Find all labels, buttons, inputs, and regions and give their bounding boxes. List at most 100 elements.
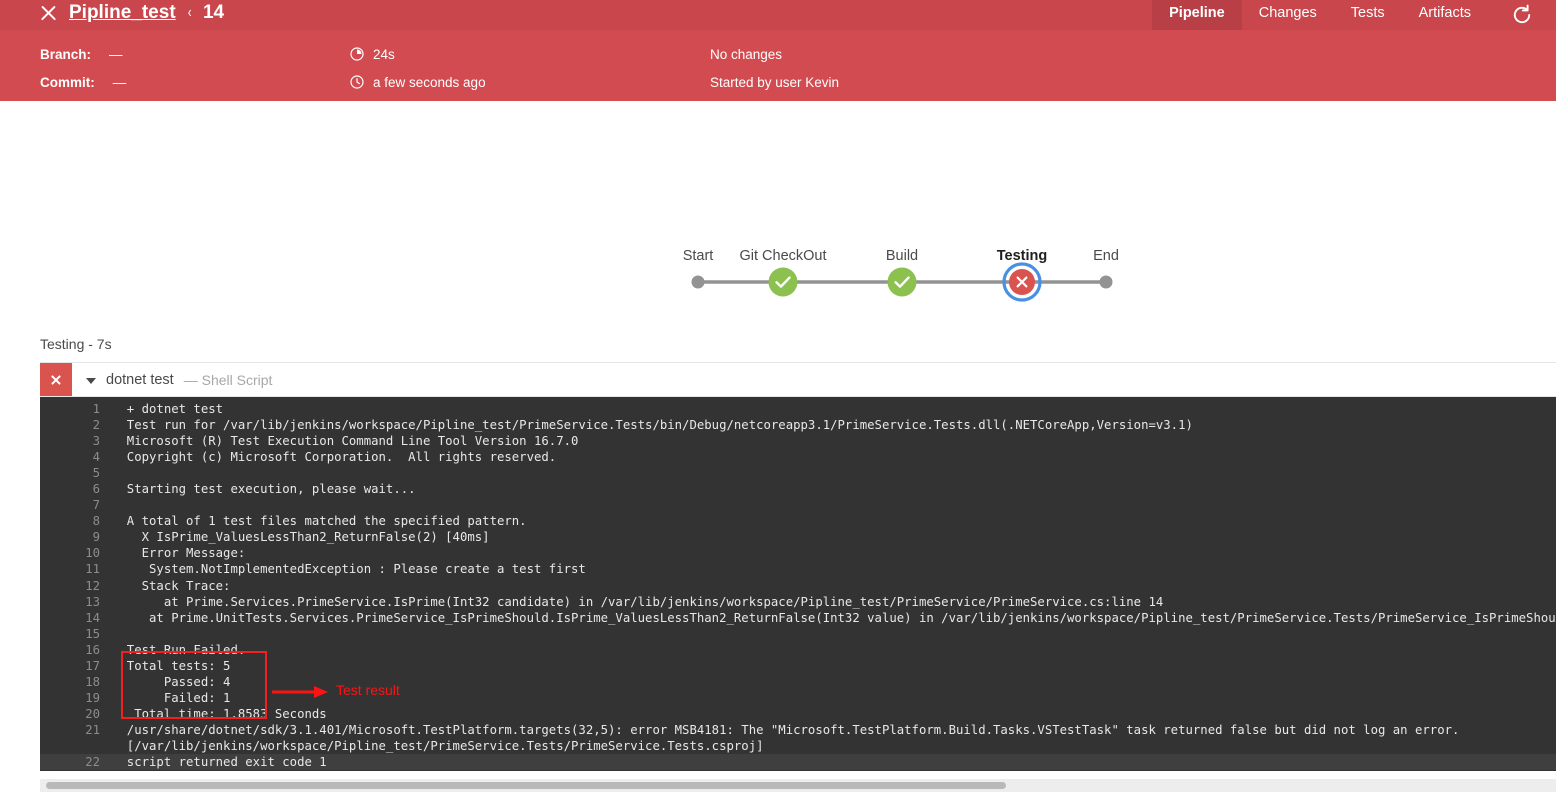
tab-changes[interactable]: Changes (1242, 0, 1334, 30)
run-number: 14 (202, 2, 225, 23)
console-log-line: 20 Total time: 1.8583 Seconds (40, 706, 1556, 722)
console-line-number: 5 (92, 466, 100, 481)
console-log-line: 10 Error Message: (40, 545, 1556, 561)
console-log-line: 16 Test Run Failed. (40, 642, 1556, 658)
console-line-number: 19 (85, 690, 100, 705)
step-title-wrap[interactable]: dotnet test — Shell Script (72, 363, 272, 396)
console-log-line: 7 (40, 497, 1556, 513)
stage-node-testing[interactable] (1002, 262, 1042, 302)
history-clock-icon (350, 75, 364, 89)
console-line-text: Passed: 4 (112, 674, 231, 689)
branch-label: Branch: (40, 46, 92, 62)
stage-label-build[interactable]: Build (886, 248, 918, 264)
console-line-number: 22 (85, 755, 100, 770)
pipeline-name-link[interactable]: Pipline_test (69, 2, 176, 24)
console-log-line: 8 A total of 1 test files matched the sp… (40, 513, 1556, 529)
console-log-line: 14 at Prime.UnitTests.Services.PrimeServ… (40, 610, 1556, 626)
console-line-number: 11 (85, 562, 100, 577)
rerun-button[interactable] (1502, 0, 1542, 30)
stage-label-start[interactable]: Start (683, 248, 714, 264)
console-line-text: Total tests: 5 (112, 658, 231, 673)
console-line-text: script returned exit code 1 (112, 755, 327, 770)
commit-value: — (112, 74, 127, 90)
console-line-number: 2 (92, 418, 100, 433)
console-line-text: Stack Trace: (112, 578, 231, 593)
console-line-text: X IsPrime_ValuesLessThan2_ReturnFalse(2)… (112, 530, 490, 545)
console-line-number: 8 (92, 514, 100, 529)
console-line-number: 6 (92, 482, 100, 497)
meta-branch: Branch: — (0, 47, 350, 62)
run-tabs: Pipeline Changes Tests Artifacts (1152, 0, 1488, 30)
console-line-text: System.NotImplementedException : Please … (112, 562, 586, 577)
console-line-number: 9 (92, 530, 100, 545)
stage-node-end[interactable] (1099, 275, 1113, 289)
meta-row-1: Branch: — 24s No changes (0, 40, 1556, 68)
pipeline-graph: Start Git CheckOut Build Testing End (0, 101, 1556, 336)
console-line-number: 14 (85, 610, 100, 625)
console-line-number (40, 738, 112, 754)
console-log-line: 15 (40, 626, 1556, 642)
rerun-circular-arrow-icon (1513, 4, 1531, 24)
meta-row-2: Commit: — a few seconds ago Started by u… (0, 68, 1556, 96)
stage-label-git-checkout[interactable]: Git CheckOut (739, 248, 826, 264)
console-line-text: Failed: 1 (112, 690, 231, 705)
run-header: Pipline_test ‹ 14 Pipeline Changes Tests… (0, 0, 1556, 101)
meta-started-by: Started by user Kevin (710, 75, 1556, 90)
console-log-line: 21 /usr/share/dotnet/sdk/3.1.401/Microso… (40, 722, 1556, 738)
tab-pipeline[interactable]: Pipeline (1152, 0, 1242, 30)
console-line-text: Starting test execution, please wait... (112, 482, 416, 497)
run-header-topbar: Pipline_test ‹ 14 Pipeline Changes Tests… (0, 0, 1556, 30)
meta-time-ago: a few seconds ago (350, 75, 710, 90)
step-status-failure[interactable] (40, 363, 72, 396)
run-meta: Branch: — 24s No changes Commit: — a few… (0, 30, 1556, 101)
console-line-text: Microsoft (R) Test Execution Command Lin… (112, 434, 579, 449)
console-line-number: 18 (85, 674, 100, 689)
console-log-line: 12 Stack Trace: (40, 578, 1556, 594)
console-line-text: A total of 1 test files matched the spec… (112, 514, 527, 529)
console-line-text: Copyright (c) Microsoft Corporation. All… (112, 450, 557, 465)
step-header-dotnet-test[interactable]: dotnet test — Shell Script (40, 362, 1556, 397)
console-line-number: 7 (92, 498, 100, 513)
console-log[interactable]: 1 + dotnet test 2 Test run for /var/lib/j… (40, 397, 1556, 771)
duration-clock-icon (350, 47, 364, 61)
console-line-number: 17 (85, 658, 100, 673)
console-line-number: 3 (92, 434, 100, 449)
changes-value: No changes (710, 46, 783, 62)
stage-step-section: Testing - 7s dotnet test — Shell Script … (0, 336, 1556, 771)
stage-label-end[interactable]: End (1093, 248, 1119, 264)
console-line-text: Total time: 1.8583 Seconds (112, 706, 327, 721)
meta-commit: Commit: — (0, 75, 350, 90)
console-log-line: 22 script returned exit code 1 (40, 754, 1556, 771)
console-line-text: Error Message: (112, 546, 246, 561)
console-line-text: + dotnet test (112, 402, 224, 416)
console-log-line: [/var/lib/jenkins/workspace/Pipline_test… (40, 738, 1556, 754)
console-log-line: 9 X IsPrime_ValuesLessThan2_ReturnFalse(… (40, 529, 1556, 545)
log-scrollbar-thumb[interactable] (46, 782, 1006, 789)
console-line-number: 10 (85, 546, 100, 561)
console-log-line: 2 Test run for /var/lib/jenkins/workspac… (40, 417, 1556, 433)
console-line-text: [/var/lib/jenkins/workspace/Pipline_test… (112, 738, 764, 753)
console-log-line: 1 + dotnet test (40, 401, 1556, 417)
stage-node-start[interactable] (691, 275, 705, 289)
step-type: — Shell Script (183, 371, 273, 388)
duration-value: 24s (373, 46, 395, 62)
console-log-line: 4 Copyright (c) Microsoft Corporation. A… (40, 449, 1556, 465)
meta-duration: 24s (350, 47, 710, 62)
stage-heading: Testing - 7s (40, 336, 112, 352)
close-x-icon[interactable] (38, 3, 58, 23)
console-line-number: 20 (85, 706, 100, 721)
console-line-text: Test run for /var/lib/jenkins/workspace/… (112, 418, 1193, 433)
console-log-line: 13 at Prime.Services.PrimeService.IsPrim… (40, 594, 1556, 610)
console-line-text: /usr/share/dotnet/sdk/3.1.401/Microsoft.… (112, 722, 1460, 737)
chevron-down-icon[interactable] (86, 377, 96, 384)
log-horizontal-scrollbar[interactable] (40, 779, 1556, 792)
stage-label-testing[interactable]: Testing (997, 248, 1047, 264)
console-log-line: 18 Passed: 4 (40, 674, 1556, 690)
stage-node-git-checkout[interactable] (768, 267, 798, 297)
console-line-number: 15 (85, 626, 100, 641)
tab-tests[interactable]: Tests (1334, 0, 1402, 30)
console-log-line: 19 Failed: 1 (40, 690, 1556, 706)
tab-artifacts[interactable]: Artifacts (1402, 0, 1488, 30)
console-log-line: 3 Microsoft (R) Test Execution Command L… (40, 433, 1556, 449)
stage-node-build[interactable] (887, 267, 917, 297)
